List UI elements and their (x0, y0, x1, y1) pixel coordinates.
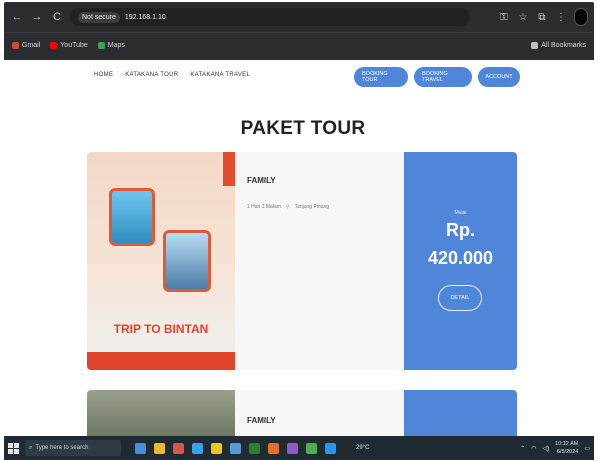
forward-icon[interactable]: → (30, 10, 44, 24)
folder-icon (531, 42, 539, 49)
browser-toolbar: ← → C Not secure 192.168.1.10 ⚿ ☆ ⧉ ⋮ (4, 2, 594, 32)
bookmark-label: Gmail (22, 42, 41, 49)
url-text[interactable]: 192.168.1.10 (125, 14, 166, 21)
site-navbar: HOME KATAKANA TOUR KATAKANA TRAVEL BOOKI… (4, 60, 594, 94)
price-label: Mulai (454, 210, 467, 216)
clock[interactable]: 10:12 AM 6/5/2024 (555, 440, 578, 456)
menu-icon[interactable]: ⋮ (555, 12, 567, 23)
bookmark-label: Maps (107, 42, 125, 49)
clock-date: 6/5/2024 (556, 449, 579, 455)
page-title: PAKET TOUR (240, 118, 366, 139)
taskbar-search[interactable]: ⌕ Type here to search (25, 440, 121, 456)
volume-icon[interactable]: ◁) (542, 445, 549, 452)
wifi-icon[interactable]: ◠ (531, 445, 536, 452)
web-page: HOME KATAKANA TOUR KATAKANA TRAVEL BOOKI… (4, 60, 594, 436)
all-bookmarks[interactable]: All Bookmarks (531, 42, 586, 49)
price-panel: Mulai Rp. 420.000 DETAIL (404, 152, 517, 370)
package-name: FAMILY (247, 176, 276, 185)
toolbar-icons: ⚿ ☆ ⧉ ⋮ (498, 8, 588, 26)
app-icon[interactable] (287, 442, 298, 454)
windows-start-icon[interactable] (8, 442, 19, 454)
package-meta: 1 Hari 1 Malam ⚲ Tanjung Pinang (247, 204, 329, 210)
package-image (87, 390, 235, 436)
reload-icon[interactable]: C (50, 10, 64, 24)
duration-text: 1 Hari 1 Malam (247, 204, 281, 210)
app-icon[interactable] (211, 442, 222, 454)
price-value: 420.000 (427, 248, 494, 268)
booking-travel-button[interactable]: BOOKING TRAVEL (414, 67, 472, 87)
bookmarks-bar: Gmail YouTube Maps All Bookmarks (4, 32, 594, 58)
bookmark-youtube[interactable]: YouTube (50, 42, 88, 49)
package-name: FAMILY (247, 416, 276, 425)
package-image: TRIP TO BINTAN (87, 152, 235, 370)
security-badge[interactable]: Not secure (78, 11, 120, 23)
bookmark-maps[interactable]: Maps (97, 42, 125, 49)
app-icon[interactable] (249, 442, 260, 454)
youtube-icon (50, 42, 58, 49)
app-icon[interactable] (306, 442, 317, 454)
image-caption: TRIP TO BINTAN (113, 322, 209, 336)
notification-icon[interactable]: ▭ (584, 445, 590, 452)
browser-chrome: ← → C Not secure 192.168.1.10 ⚿ ☆ ⧉ ⋮ Gm… (4, 2, 594, 60)
gmail-icon (12, 42, 19, 49)
maps-icon (97, 42, 105, 49)
key-icon[interactable]: ⚿ (498, 12, 510, 23)
bookmark-gmail[interactable]: Gmail (12, 42, 40, 49)
taskbar: ⌕ Type here to search 29°C ⌃ ◠ ◁) 10:12 … (4, 436, 594, 460)
image-photo-frame (163, 230, 211, 292)
detail-button[interactable]: DETAIL (438, 285, 482, 311)
package-info: FAMILY (247, 390, 397, 436)
location-pin-icon: ⚲ (285, 204, 290, 210)
address-bar[interactable]: Not secure 192.168.1.10 (70, 8, 470, 26)
app-icon[interactable] (192, 442, 203, 454)
weather-text[interactable]: 29°C (356, 445, 369, 451)
app-icon[interactable] (325, 442, 336, 454)
price-panel (404, 390, 517, 436)
app-icon[interactable] (173, 442, 184, 454)
search-placeholder: Type here to search (35, 445, 89, 451)
taskbar-apps (135, 442, 336, 454)
app-icon[interactable] (268, 442, 279, 454)
clock-time: 10:12 AM (555, 441, 579, 447)
nav-link-tour[interactable]: KATAKANA TOUR (125, 72, 178, 78)
search-icon: ⌕ (29, 444, 33, 451)
price-currency: Rp. (446, 220, 475, 240)
bookmark-label: YouTube (60, 42, 88, 49)
app-icon[interactable] (135, 442, 146, 454)
app-icon[interactable] (154, 442, 165, 454)
package-info: FAMILY 1 Hari 1 Malam ⚲ Tanjung Pinang (247, 152, 397, 370)
nav-buttons: BOOKING TOUR BOOKING TRAVEL ACCOUNT (354, 67, 520, 87)
image-photo-frame (109, 188, 155, 246)
nav-links: HOME KATAKANA TOUR KATAKANA TRAVEL (94, 72, 250, 78)
image-ribbon (223, 152, 235, 186)
account-button[interactable]: ACCOUNT (478, 67, 520, 87)
nav-link-home[interactable]: HOME (94, 72, 113, 78)
nav-link-travel[interactable]: KATAKANA TRAVEL (190, 72, 250, 78)
package-card: TRIP TO BINTAN FAMILY 1 Hari 1 Malam ⚲ T… (87, 152, 517, 370)
booking-tour-button[interactable]: BOOKING TOUR (354, 67, 408, 87)
back-icon[interactable]: ← (10, 10, 24, 24)
extension-icon[interactable]: ⧉ (536, 12, 548, 23)
profile-icon[interactable] (574, 8, 588, 26)
star-icon[interactable]: ☆ (517, 12, 529, 23)
system-tray: ⌃ ◠ ◁) 10:12 AM 6/5/2024 ▭ (520, 440, 590, 456)
location-text: Tanjung Pinang (294, 204, 330, 210)
chevron-up-icon[interactable]: ⌃ (520, 445, 525, 452)
app-icon[interactable] (230, 442, 241, 454)
package-card: FAMILY (87, 390, 517, 436)
all-bookmarks-label: All Bookmarks (541, 42, 586, 49)
image-footer-strip (87, 352, 235, 370)
screen: ← → C Not secure 192.168.1.10 ⚿ ☆ ⧉ ⋮ Gm… (0, 0, 598, 461)
